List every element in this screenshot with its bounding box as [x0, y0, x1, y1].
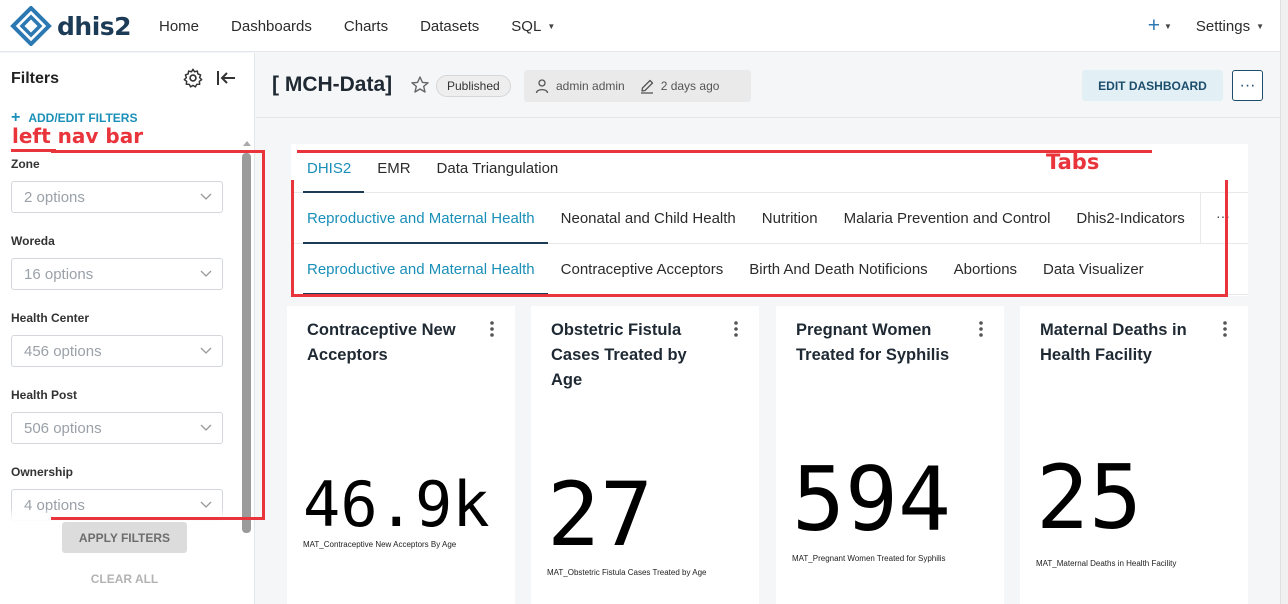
kpi-card: Maternal Deaths in Health Facility 25 MA…: [1020, 306, 1248, 604]
status-badge[interactable]: Published: [436, 75, 511, 97]
card-subtitle: MAT_Pregnant Women Treated for Syphilis: [792, 554, 946, 563]
caret-down-icon: ▼: [547, 21, 556, 31]
modified-time: 2 days ago: [660, 79, 720, 93]
caret-down-icon: ▼: [1256, 21, 1264, 31]
card-title: Contraceptive New Acceptors: [307, 321, 456, 364]
card-title: Pregnant Women Treated for Syphilis: [796, 321, 950, 364]
page-scrollbar[interactable]: [1280, 0, 1288, 604]
more-options-button[interactable]: ···: [1232, 70, 1263, 101]
scroll-up-arrow-icon[interactable]: [243, 141, 251, 146]
kpi-card: Pregnant Women Treated for Syphilis 594 …: [776, 306, 1004, 604]
card-title: Obstetric Fistula Cases Treated by Age: [551, 321, 687, 389]
top-navbar: dhis2 Home Dashboards Charts Datasets SQ…: [0, 0, 1288, 52]
kpi-card: Obstetric Fistula Cases Treated by Age 2…: [531, 306, 759, 604]
edit-dashboard-button[interactable]: EDIT DASHBOARD: [1082, 70, 1223, 101]
dashboard-metadata: admin admin 2 days ago: [524, 70, 751, 102]
owner-name: admin admin: [556, 79, 625, 93]
card-subtitle: MAT_Maternal Deaths in Health Facility: [1036, 559, 1177, 568]
gear-icon[interactable]: [182, 67, 204, 89]
dhis2-logo[interactable]: dhis2: [10, 6, 132, 46]
new-item-menu[interactable]: + ▼: [1148, 14, 1172, 38]
settings-label: Settings: [1195, 17, 1251, 35]
annotation-underline: [11, 149, 56, 152]
dhis2-logo-icon: [10, 6, 52, 46]
annotation-tabs-label: Tabs: [1046, 150, 1100, 174]
user-icon: [535, 79, 549, 94]
filters-sidebar: Filters + ADD/EDIT FILTERS left nav bar …: [0, 53, 265, 604]
kebab-menu-icon[interactable]: [978, 320, 984, 338]
nav-home[interactable]: Home: [159, 18, 199, 35]
card-title: Maternal Deaths in Health Facility: [1040, 321, 1187, 364]
card-subtitle: MAT_Obstetric Fistula Cases Treated by A…: [547, 568, 707, 577]
annotation-box-tabs: [291, 180, 1228, 297]
apply-filters-button[interactable]: APPLY FILTERS: [62, 522, 187, 553]
dashboard-title: [ MCH-Data]: [272, 73, 393, 96]
card-big-number: 594: [792, 448, 951, 551]
annotation-left-nav-bar: left nav bar: [12, 124, 144, 148]
pencil-icon: [640, 79, 653, 94]
nav-dashboards[interactable]: Dashboards: [231, 18, 312, 35]
card-big-number: 46.9k: [303, 468, 490, 541]
nav-charts[interactable]: Charts: [344, 18, 388, 35]
filters-title: Filters: [11, 70, 60, 87]
dashboard-header: [ MCH-Data] Published admin admin 2 days…: [256, 53, 1280, 118]
clear-all-button[interactable]: CLEAR ALL: [62, 569, 187, 589]
main-nav: Home Dashboards Charts Datasets SQL ▼: [159, 0, 587, 52]
caret-down-icon: ▼: [1163, 21, 1172, 31]
kebab-menu-icon[interactable]: [489, 320, 495, 338]
settings-menu[interactable]: Settings ▼: [1196, 18, 1264, 35]
collapse-sidebar-icon[interactable]: [215, 67, 237, 89]
kebab-menu-icon[interactable]: [1222, 320, 1228, 338]
annotation-tabs-line: [297, 150, 1152, 153]
nav-sql-menu[interactable]: SQL ▼: [511, 18, 555, 35]
card-subtitle: MAT_Contraceptive New Acceptors By Age: [303, 540, 457, 549]
star-icon[interactable]: [410, 75, 430, 95]
nav-sql-label: SQL: [511, 17, 542, 35]
nav-datasets[interactable]: Datasets: [420, 18, 479, 35]
card-big-number: 25: [1036, 446, 1142, 549]
annotation-box-left-nav: [51, 150, 265, 520]
add-edit-filters-label: ADD/EDIT FILTERS: [28, 111, 138, 125]
card-big-number: 27: [547, 463, 653, 566]
logo-text: dhis2: [57, 11, 132, 41]
kpi-card: Contraceptive New Acceptors 46.9k MAT_Co…: [287, 306, 515, 604]
plus-icon: +: [1147, 14, 1160, 37]
kebab-menu-icon[interactable]: [733, 320, 739, 338]
